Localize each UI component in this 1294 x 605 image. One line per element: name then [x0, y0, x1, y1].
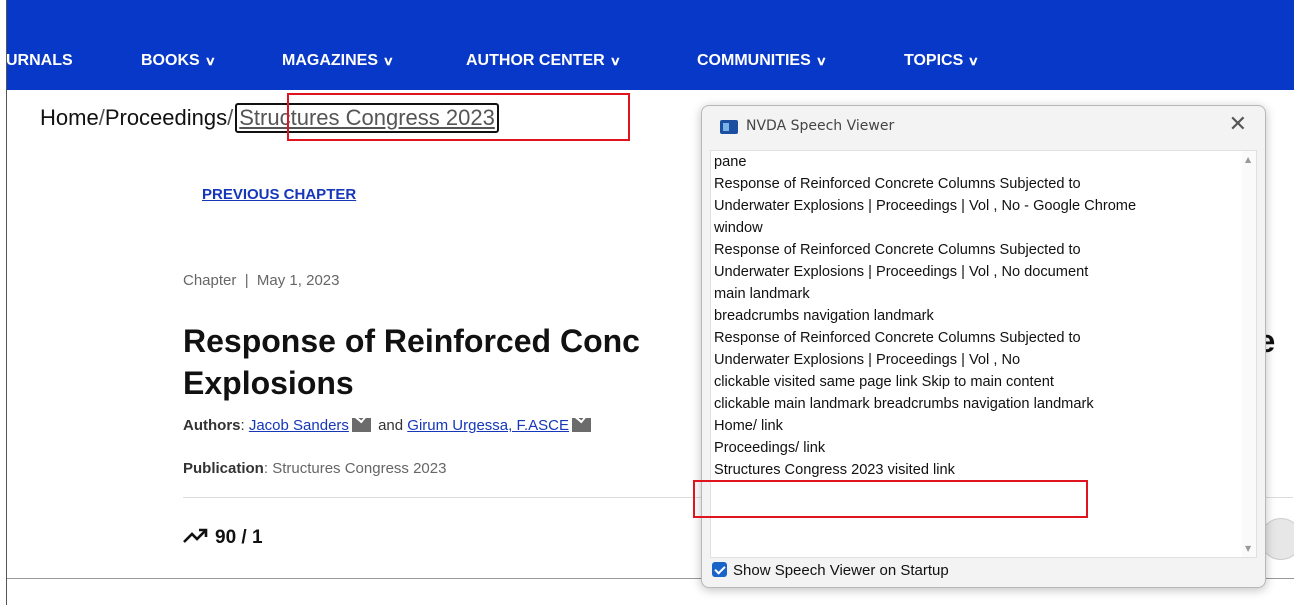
title-line-1: Response of Reinforced Conc [183, 323, 640, 359]
highlight-box-breadcrumb [287, 93, 630, 141]
show-on-startup-option[interactable]: Show Speech Viewer on Startup [712, 562, 949, 579]
chevron-down-icon: ∨ [609, 54, 621, 68]
speech-line: main landmark [714, 286, 810, 302]
nav-label: TOPICS [904, 52, 964, 69]
trending-up-icon [183, 528, 208, 543]
speech-line: clickable visited same page link Skip to… [714, 374, 1054, 390]
nav-label: BOOKS [141, 52, 200, 69]
speech-line: Home/ link [714, 418, 783, 434]
speech-line: Structures Congress 2023 visited link [714, 462, 955, 478]
authors-line: Authors: Jacob Sanders and Girum Urgessa… [183, 417, 594, 434]
checkbox-label: Show Speech Viewer on Startup [733, 562, 949, 579]
metrics: 90 / 1 [183, 527, 263, 549]
author-link-girum-urgessa[interactable]: Girum Urgessa, F.ASCE [407, 417, 569, 434]
speech-line: breadcrumbs navigation landmark [714, 308, 934, 324]
speech-line: Response of Reinforced Concrete Columns … [714, 176, 1081, 192]
mail-icon[interactable] [572, 418, 592, 432]
nav-item-journals[interactable]: URNALS [6, 52, 73, 70]
speech-line: Underwater Explosions | Proceedings | Vo… [714, 264, 1089, 280]
publication-label: Publication [183, 460, 264, 477]
nav-label: AUTHOR CENTER [466, 52, 605, 69]
nav-item-communities[interactable]: COMMUNITIES ∨ [697, 52, 827, 70]
nav-label: COMMUNITIES [697, 52, 811, 69]
breadcrumb-separator: / [227, 105, 234, 130]
nvda-logo-icon [720, 120, 738, 134]
speech-lines: pane Response of Reinforced Concrete Colu… [711, 151, 1256, 481]
speech-line: Underwater Explosions | Proceedings | Vo… [714, 198, 1137, 214]
publication-value: Structures Congress 2023 [272, 460, 447, 477]
top-bar [7, 0, 1294, 33]
metrics-value: 90 / 1 [215, 527, 263, 548]
nav-label: URNALS [6, 52, 73, 69]
nav-item-books[interactable]: BOOKS ∨ [141, 52, 216, 70]
speech-line: pane [714, 154, 747, 170]
scrollbar[interactable]: ▲ ▼ [1242, 151, 1256, 557]
speech-line: Underwater Explosions | Proceedings | Vo… [714, 352, 1021, 368]
speech-line: Proceedings/ link [714, 440, 826, 456]
nav-label: MAGAZINES [282, 52, 378, 69]
highlight-box-speech-line [693, 480, 1088, 518]
mail-icon[interactable] [351, 418, 371, 432]
authors-label: Authors [183, 417, 241, 434]
nav-item-topics[interactable]: TOPICS ∨ [904, 52, 980, 70]
window-titlebar[interactable]: NVDA Speech Viewer ✕ [702, 106, 1265, 148]
chevron-down-icon: ∨ [382, 54, 395, 68]
speech-line: clickable main landmark breadcrumbs navi… [714, 396, 1094, 412]
scroll-down-icon[interactable]: ▼ [1245, 544, 1251, 553]
author-link-jacob-sanders[interactable]: Jacob Sanders [249, 417, 349, 434]
chevron-down-icon: ∨ [967, 54, 980, 68]
and-text: and [378, 417, 404, 434]
publication-line: Publication: Structures Congress 2023 [183, 460, 447, 477]
checkbox-checked-icon[interactable] [712, 562, 727, 577]
chapter-meta: Chapter | May 1, 2023 [183, 272, 340, 289]
chevron-down-icon: ∨ [815, 54, 827, 68]
breadcrumb-proceedings-link[interactable]: Proceedings [105, 105, 227, 130]
speech-line: Response of Reinforced Concrete Columns … [714, 330, 1081, 346]
window-title: NVDA Speech Viewer [746, 118, 895, 134]
speech-line: Response of Reinforced Concrete Columns … [714, 242, 1081, 258]
scroll-up-icon[interactable]: ▲ [1245, 155, 1251, 164]
close-icon[interactable]: ✕ [1229, 112, 1247, 137]
previous-chapter-link[interactable]: PREVIOUS CHAPTER [202, 186, 356, 203]
speech-line: window [714, 220, 763, 236]
breadcrumb-home-link[interactable]: Home [40, 105, 99, 130]
nav-item-author-center[interactable]: AUTHOR CENTER ∨ [466, 52, 621, 70]
title-line-2: Explosions [183, 365, 354, 401]
nav-item-magazines[interactable]: MAGAZINES ∨ [282, 52, 395, 70]
main-navigation: URNALS BOOKS ∨ MAGAZINES ∨ AUTHOR CENTER ∨ … [6, 33, 1294, 90]
chevron-down-icon: ∨ [204, 54, 216, 68]
